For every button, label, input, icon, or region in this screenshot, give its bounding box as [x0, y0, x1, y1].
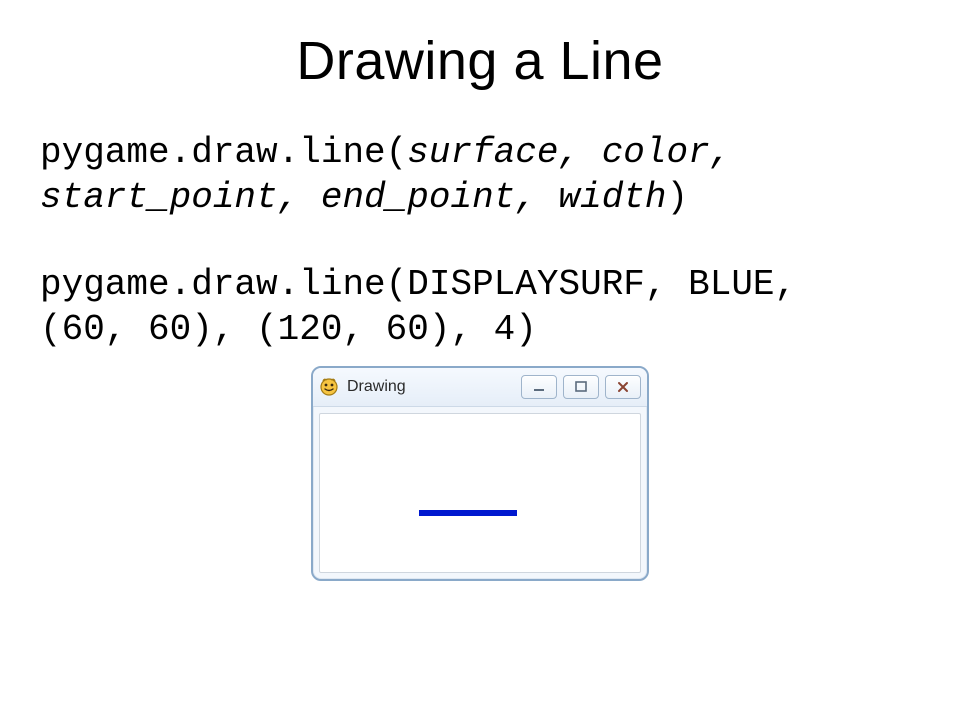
window-controls	[521, 375, 641, 399]
sig-prefix: pygame.draw.line(	[40, 132, 407, 173]
signature-code: pygame.draw.line(surface, color, start_p…	[40, 130, 920, 220]
maximize-icon	[574, 380, 588, 394]
pygame-window: Drawing	[311, 366, 649, 581]
client-area	[319, 413, 641, 573]
close-icon	[616, 380, 630, 394]
example-line-1: pygame.draw.line(DISPLAYSURF, BLUE,	[40, 264, 796, 305]
sig-suffix: )	[667, 177, 689, 218]
window-title: Drawing	[347, 378, 513, 396]
example-code: pygame.draw.line(DISPLAYSURF, BLUE, (60,…	[40, 262, 920, 352]
minimize-button[interactable]	[521, 375, 557, 399]
maximize-button[interactable]	[563, 375, 599, 399]
slide-title: Drawing a Line	[40, 30, 920, 92]
pygame-icon	[319, 377, 339, 397]
spacer	[40, 220, 920, 262]
close-button[interactable]	[605, 375, 641, 399]
titlebar: Drawing	[313, 368, 647, 407]
example-line-2: (60, 60), (120, 60), 4)	[40, 309, 537, 350]
slide: Drawing a Line pygame.draw.line(surface,…	[0, 0, 960, 720]
figure: Drawing	[40, 366, 920, 581]
drawn-line	[419, 510, 517, 516]
minimize-icon	[532, 380, 546, 394]
